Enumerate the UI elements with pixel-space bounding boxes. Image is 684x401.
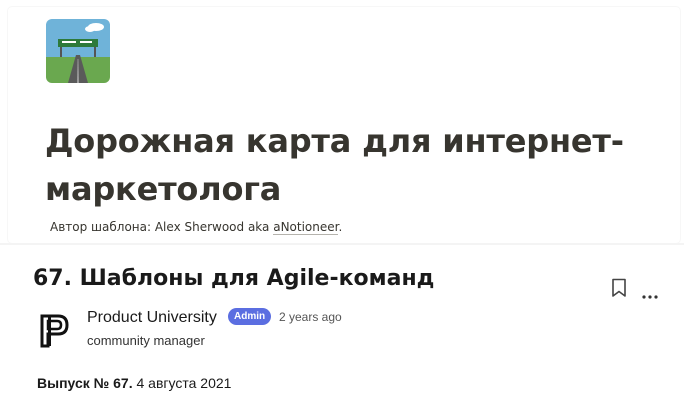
issue-label: Выпуск № 67. xyxy=(37,375,133,391)
page-title: Дорожная карта для интернет-маркетолога xyxy=(45,122,624,208)
post-author-name[interactable]: Product University xyxy=(87,309,217,327)
post-title[interactable]: 67. Шаблоны для Agile-команд xyxy=(33,266,434,291)
issue-date: 4 августа 2021 xyxy=(132,375,232,391)
author-prefix: Автор шаблона: Alex Sherwood aka xyxy=(50,220,274,234)
avatar[interactable] xyxy=(34,310,74,350)
template-author: Автор шаблона: Alex Sherwood aka aNotion… xyxy=(50,220,343,235)
post-timestamp: 2 years ago xyxy=(279,310,342,324)
author-role: community manager xyxy=(87,333,205,348)
bookmark-icon[interactable] xyxy=(610,278,628,298)
admin-badge: Admin xyxy=(228,308,272,325)
author-link[interactable]: aNotioneer xyxy=(273,220,339,235)
divider xyxy=(0,243,684,245)
more-options-icon[interactable] xyxy=(640,286,660,299)
notion-embed: Дорожная карта для интернет-маркетолога … xyxy=(8,7,680,243)
roadmap-highway-icon xyxy=(46,19,110,83)
author-suffix: . xyxy=(338,220,343,234)
issue-line: Выпуск № 67. 4 августа 2021 xyxy=(37,375,231,391)
